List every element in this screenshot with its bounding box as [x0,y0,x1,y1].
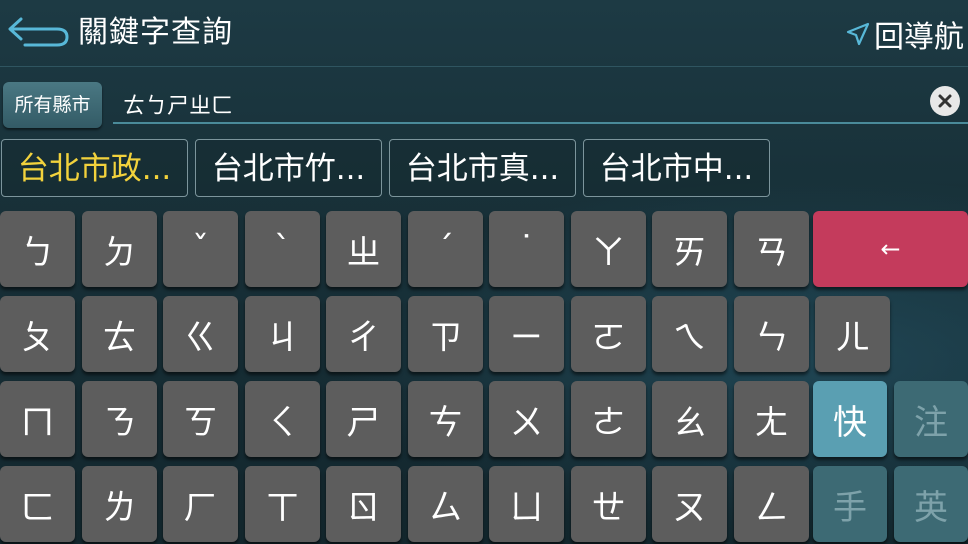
key[interactable]: ㄊ [82,296,157,372]
key[interactable]: ˊ [408,211,483,287]
key[interactable]: ㄆ [0,296,75,372]
key[interactable]: ㄎ [163,381,238,457]
handwrite-mode-button[interactable]: 手 [813,466,887,542]
return-navigation-label: 回導航 [874,20,964,55]
key[interactable]: ㄢ [734,211,809,287]
navigation-arrow-icon [846,22,870,46]
key[interactable]: ㄞ [652,211,727,287]
back-arrow-icon [8,17,69,47]
key[interactable]: ㄅ [0,211,75,287]
key[interactable]: ㄨ [489,381,564,457]
key[interactable]: ㄘ [408,381,483,457]
key[interactable]: ㄖ [326,466,401,542]
backspace-button[interactable]: ← [813,211,968,287]
backspace-arrow-icon: ← [880,235,901,263]
key[interactable]: ㄚ [571,211,646,287]
quick-mode-button[interactable]: 快 [813,381,887,457]
search-field [113,82,968,124]
key[interactable]: ㄏ [163,466,238,542]
key[interactable]: ㄋ [82,381,157,457]
return-navigation-button[interactable]: 回導航 [846,14,964,55]
key[interactable]: ㄈ [0,466,75,542]
key[interactable]: ㄒ [245,466,320,542]
zhuyin-mode-button[interactable]: 注 [894,381,968,457]
key[interactable]: ㄥ [734,466,809,542]
key[interactable]: ㄐ [245,296,320,372]
key[interactable]: ㄍ [163,296,238,372]
key[interactable]: ˋ [245,211,320,287]
region-select-button[interactable]: 所有縣市 [3,82,102,128]
key[interactable]: ˙ [489,211,564,287]
clear-button[interactable] [930,86,960,116]
key[interactable]: ㄤ [734,381,809,457]
key[interactable]: ㄙ [408,466,483,542]
key[interactable]: ㄦ [815,296,890,372]
key[interactable]: ㄛ [571,296,646,372]
key[interactable]: ㄌ [82,466,157,542]
close-icon [938,94,952,108]
page-title: 關鍵字查詢 [78,15,233,50]
key[interactable]: ㄣ [734,296,809,372]
key[interactable]: ㄉ [82,211,157,287]
search-row: 所有縣市 [0,80,968,130]
key[interactable]: ㄝ [571,466,646,542]
key[interactable]: ㄩ [489,466,564,542]
key[interactable]: ㄧ [489,296,564,372]
suggestion-item[interactable]: 台北市政... [1,139,188,197]
suggestion-item[interactable]: 台北市竹... [195,139,382,197]
key[interactable]: ㄓ [326,211,401,287]
key[interactable]: ㄔ [326,296,401,372]
suggestion-item[interactable]: 台北市真... [389,139,576,197]
key[interactable]: ㄑ [245,381,320,457]
key[interactable]: ㄟ [652,296,727,372]
header-bar: 關鍵字查詢 回導航 [0,0,968,67]
suggestion-list: 台北市政... 台北市竹... 台北市真... 台北市中... [0,139,968,199]
key[interactable]: ㄡ [652,466,727,542]
back-button[interactable] [6,10,72,56]
key[interactable]: ㄗ [408,296,483,372]
key[interactable]: ㄠ [652,381,727,457]
english-mode-button[interactable]: 英 [894,466,968,542]
key[interactable]: ㄕ [326,381,401,457]
key[interactable]: ㄜ [571,381,646,457]
keyword-input[interactable] [121,88,915,120]
key[interactable]: ˇ [163,211,238,287]
suggestion-item[interactable]: 台北市中... [583,139,770,197]
key[interactable]: ㄇ [0,381,75,457]
